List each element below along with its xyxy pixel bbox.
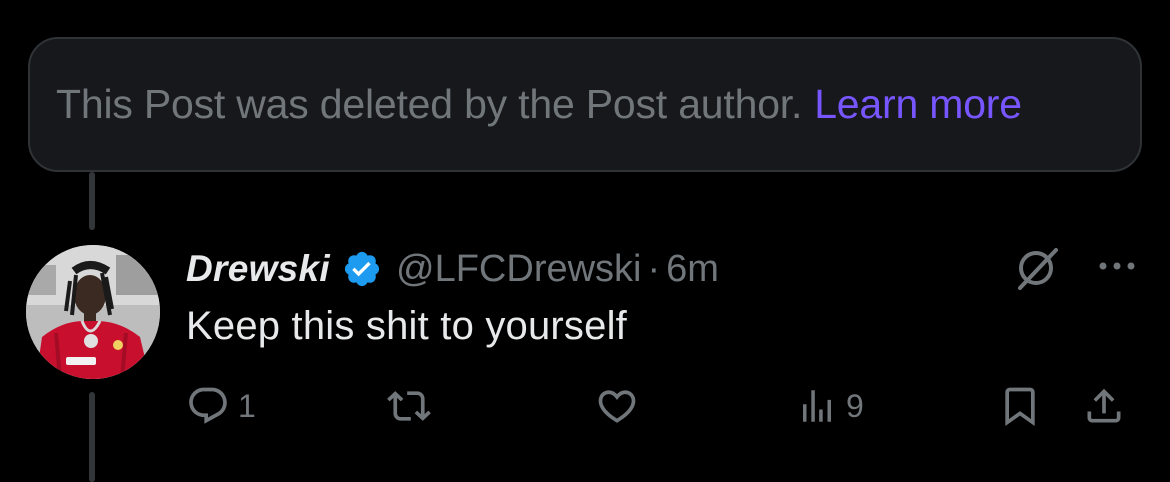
like-button[interactable] <box>594 384 648 428</box>
comment-bubble-icon <box>189 387 227 424</box>
thread-connector-bottom <box>89 392 95 482</box>
repost-arrows-icon <box>387 391 431 421</box>
ellipsis-icon[interactable] <box>1094 254 1140 278</box>
grok-slash-circle-icon[interactable] <box>1012 242 1064 294</box>
verified-badge-icon <box>342 249 382 289</box>
reply-button[interactable]: 1 <box>186 384 256 428</box>
post-text: Keep this shit to yourself <box>186 304 627 348</box>
deleted-notice-text: This Post was deleted by the Post author… <box>56 81 803 127</box>
repost-button[interactable] <box>386 384 440 428</box>
bar-chart-icon <box>803 390 831 422</box>
views-count: 9 <box>846 387 864 424</box>
bookmark-icon <box>1005 387 1035 427</box>
post-timestamp[interactable]: 6m <box>666 248 719 291</box>
reply-count: 1 <box>238 387 256 424</box>
separator-dot: · <box>647 247 661 290</box>
share-button[interactable] <box>1082 384 1126 428</box>
thread-connector-top <box>89 172 95 230</box>
avatar-photo <box>26 245 160 379</box>
avatar[interactable] <box>26 245 160 379</box>
heart-icon <box>598 390 636 423</box>
deleted-notice-wrapper: This Post was deleted by the Post author… <box>56 81 1022 128</box>
share-upload-icon <box>1087 388 1121 423</box>
display-name[interactable]: Drewski <box>186 248 330 290</box>
deleted-post-notice: This Post was deleted by the Post author… <box>28 37 1142 172</box>
learn-more-link[interactable]: Learn more <box>814 81 1022 127</box>
post-header: Drewski @LFCDrewski · 6m <box>186 244 719 294</box>
bookmark-button[interactable] <box>998 384 1042 428</box>
views-button[interactable]: 9 <box>796 384 864 428</box>
user-handle[interactable]: @LFCDrewski <box>396 248 641 291</box>
